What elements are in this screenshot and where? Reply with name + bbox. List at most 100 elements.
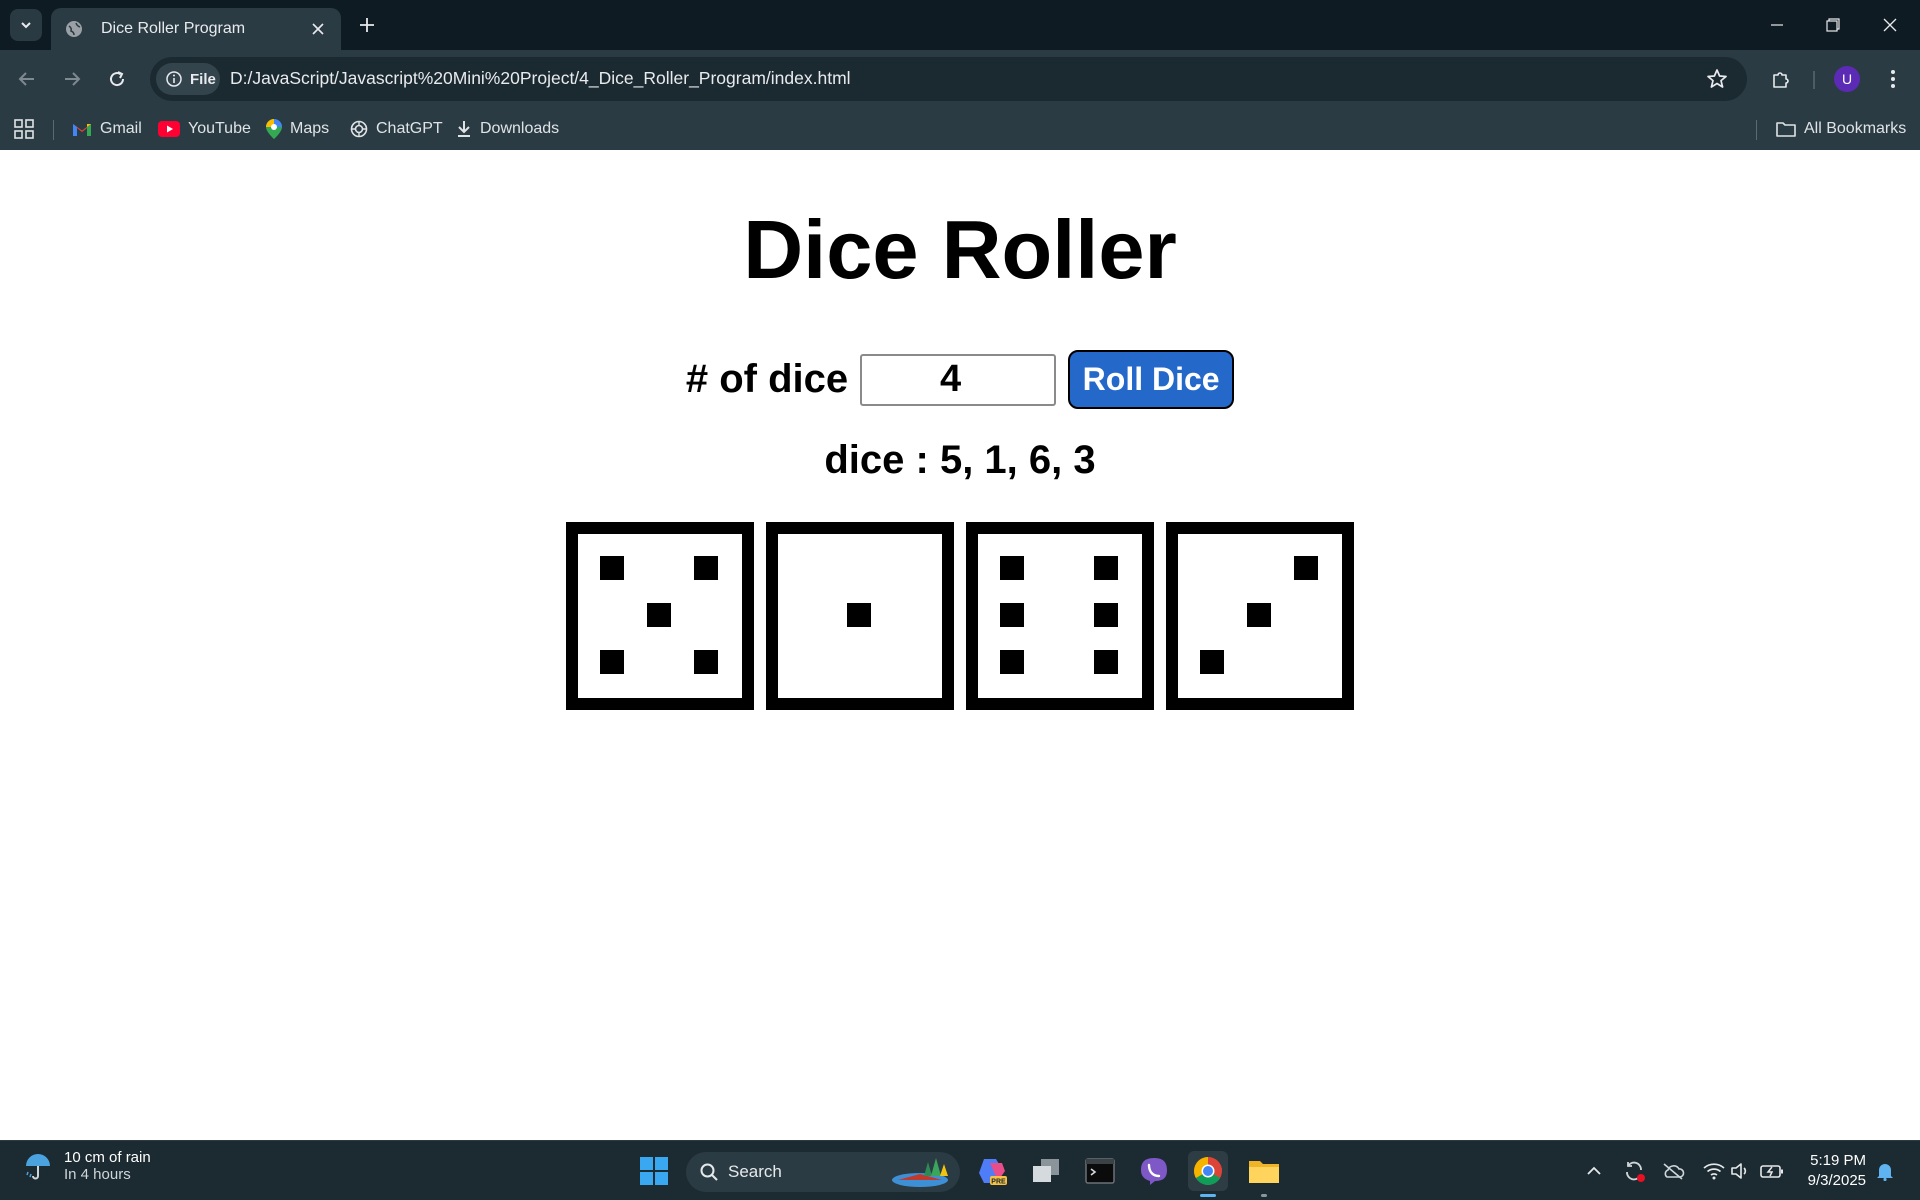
roll-dice-button[interactable]: Roll Dice <box>1068 350 1235 409</box>
die-pip <box>1094 650 1118 674</box>
page-content: Dice Roller # of dice Roll Dice dice : 5… <box>0 150 1920 1140</box>
viber-icon <box>1141 1158 1167 1185</box>
copilot-icon: PRE <box>979 1159 1007 1186</box>
apps-button[interactable] <box>14 117 34 141</box>
extensions-button[interactable] <box>1764 62 1798 96</box>
die-pip <box>647 603 671 627</box>
die-pip <box>1094 556 1118 580</box>
tab-search-button[interactable] <box>10 9 42 41</box>
speaker-icon <box>1731 1163 1747 1179</box>
apps-grid-icon <box>14 119 34 139</box>
search-label: Search <box>728 1162 782 1181</box>
browser-menu-button[interactable] <box>1876 62 1910 96</box>
bookmark-label: Downloads <box>480 120 560 137</box>
die-pip <box>1247 603 1271 627</box>
chevron-up-icon <box>1587 1166 1601 1175</box>
bookmark-star-icon[interactable] <box>1705 67 1729 91</box>
onedrive-tray[interactable] <box>1661 1159 1685 1183</box>
youtube-icon <box>158 121 180 137</box>
forward-button[interactable] <box>55 62 89 96</box>
system-clock[interactable]: 5:19 PM 9/3/2025 <box>1800 1151 1866 1191</box>
minimize-button[interactable] <box>1749 0 1805 50</box>
file-explorer-app[interactable] <box>1244 1151 1284 1191</box>
bookmarks-divider <box>1756 120 1757 140</box>
toolbar-divider <box>1813 71 1815 89</box>
viber-app[interactable] <box>1134 1151 1174 1191</box>
weather-widget[interactable]: 10 cm of rain In 4 hours <box>22 1149 151 1183</box>
die-face-6 <box>966 522 1154 710</box>
wifi-tray[interactable] <box>1702 1159 1726 1183</box>
die-pip <box>847 603 871 627</box>
volume-tray[interactable] <box>1728 1159 1752 1183</box>
reload-icon <box>110 71 125 87</box>
bookmark-label: Maps <box>290 120 330 137</box>
dice-count-label: # of dice <box>685 357 849 401</box>
windows-logo-icon <box>640 1157 668 1185</box>
all-bookmarks-button[interactable]: All Bookmarks <box>1776 117 1906 141</box>
terminal-icon <box>1085 1158 1115 1184</box>
download-icon <box>458 121 470 137</box>
bell-icon <box>1877 1164 1893 1181</box>
bookmark-gmail[interactable]: Gmail <box>72 117 142 141</box>
tab-dice-roller[interactable]: Dice Roller Program <box>51 8 341 50</box>
chrome-icon <box>1194 1157 1222 1185</box>
bookmark-chatgpt[interactable]: ChatGPT <box>350 117 443 141</box>
die-pip <box>694 556 718 580</box>
battery-icon <box>1760 1165 1783 1178</box>
die-face-3 <box>1166 522 1354 710</box>
reload-button[interactable] <box>100 62 134 96</box>
die-pip <box>1200 650 1224 674</box>
die-pip <box>1094 603 1118 627</box>
search-highlight-icon <box>892 1158 948 1187</box>
die-pip <box>1294 556 1318 580</box>
chrome-app[interactable] <box>1188 1151 1228 1191</box>
dice-controls: # of dice Roll Dice <box>0 350 1920 409</box>
die-pip <box>1000 650 1024 674</box>
new-tab-button[interactable] <box>352 10 382 40</box>
weather-line-2: In 4 hours <box>64 1166 131 1183</box>
die-face-5 <box>566 522 754 710</box>
copilot-app[interactable]: PRE <box>972 1151 1012 1191</box>
arrow-left-icon <box>18 72 34 86</box>
notifications-tray[interactable] <box>1873 1159 1897 1183</box>
clock-time: 5:19 PM <box>1810 1152 1866 1169</box>
weather-line-1: 10 cm of rain <box>64 1149 151 1166</box>
tab-title: Dice Roller Program <box>101 20 246 37</box>
bookmarks-divider <box>53 120 54 140</box>
battery-tray[interactable] <box>1760 1159 1784 1183</box>
arrow-right-icon <box>65 72 81 86</box>
die-pip <box>600 556 624 580</box>
close-window-button[interactable] <box>1862 0 1918 50</box>
back-button[interactable] <box>10 62 44 96</box>
plus-icon <box>360 18 374 32</box>
terminal-app[interactable] <box>1080 1151 1120 1191</box>
file-label: File <box>190 70 216 88</box>
die-pip <box>1000 556 1024 580</box>
gmail-icon <box>73 124 91 136</box>
start-button[interactable] <box>634 1151 674 1191</box>
die-pip <box>1000 603 1024 627</box>
bookmark-maps[interactable]: Maps <box>266 117 329 141</box>
url-text[interactable]: D:/JavaScript/Javascript%20Mini%20Projec… <box>230 68 851 89</box>
folder-icon <box>1249 1161 1279 1183</box>
bookmark-youtube[interactable]: YouTube <box>158 117 251 141</box>
puzzle-icon <box>1773 72 1789 88</box>
show-hidden-icons[interactable] <box>1582 1159 1606 1183</box>
task-view-app[interactable] <box>1026 1151 1066 1191</box>
profile-button[interactable]: U <box>1830 62 1864 96</box>
clock-date: 9/3/2025 <box>1807 1172 1866 1189</box>
close-tab-icon[interactable] <box>305 16 331 42</box>
die-pip <box>600 650 624 674</box>
taskbar-search[interactable]: Search <box>686 1152 960 1192</box>
windows-taskbar: 10 cm of rain In 4 hours Search PRE 5:19… <box>0 1140 1920 1200</box>
sync-tray[interactable] <box>1622 1159 1646 1183</box>
maps-icon <box>266 119 282 139</box>
kebab-menu-icon <box>1891 70 1895 88</box>
bookmark-label: YouTube <box>188 120 251 137</box>
bookmark-downloads[interactable]: Downloads <box>456 117 559 141</box>
dice-count-input[interactable] <box>860 353 1057 406</box>
address-bar[interactable]: File D:/JavaScript/Javascript%20Mini%20P… <box>150 57 1747 101</box>
site-info-chip[interactable]: File <box>156 63 220 95</box>
bookmarks-bar: Gmail YouTube Maps ChatGPT Downloads All… <box>0 108 1920 150</box>
restore-button[interactable] <box>1805 0 1861 50</box>
